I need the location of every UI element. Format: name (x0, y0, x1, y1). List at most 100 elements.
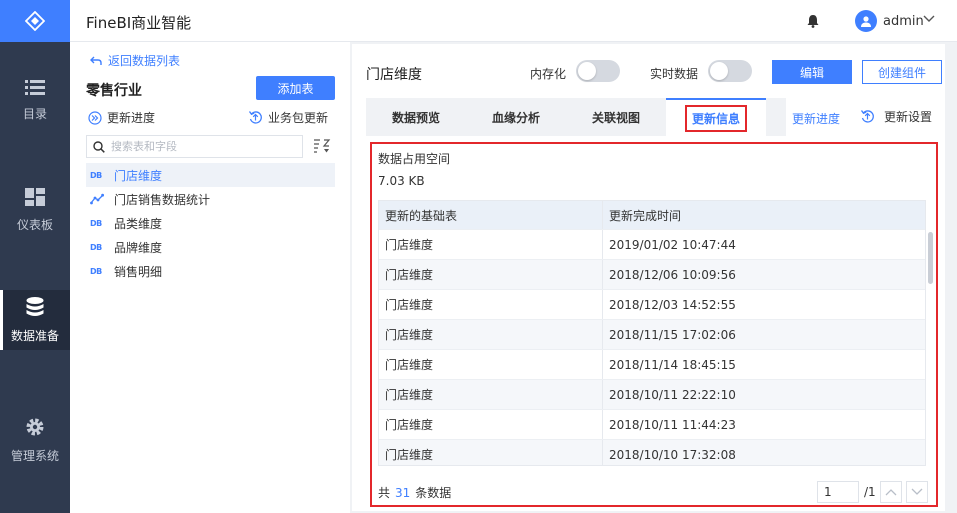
prev-page-button[interactable] (880, 481, 902, 503)
cell-base-table: 门店维度 (379, 410, 603, 439)
table-row: 门店维度 2018/12/03 14:52:55 (379, 289, 925, 319)
table-item-store-dimension[interactable]: DB 门店维度 (86, 163, 335, 187)
edit-button[interactable]: 编辑 (772, 60, 852, 84)
db-table-icon: DB (90, 218, 102, 228)
chevron-down-icon[interactable] (923, 15, 935, 23)
table-row: 门店维度 2018/10/10 17:32:08 (379, 439, 925, 465)
database-icon (26, 296, 44, 316)
tab-label: 关联视图 (591, 110, 640, 125)
tab-lineage[interactable]: 血缘分析 (466, 98, 566, 136)
table-item-store-sales-stats[interactable]: 门店销售数据统计 (86, 187, 335, 211)
cell-base-table: 门店维度 (379, 440, 603, 465)
nav-label-catalog: 目录 (22, 106, 47, 121)
update-progress-label: 更新进度 (107, 111, 156, 125)
db-table-icon: DB (90, 266, 102, 276)
storage-value: 7.03 KB (378, 174, 425, 188)
refresh-circle-icon (860, 110, 874, 123)
cell-base-table: 门店维度 (379, 260, 603, 289)
update-history-table: 更新的基础表 更新完成时间 门店维度 2019/01/02 10:47:44 门… (378, 200, 926, 466)
table-item-label: 品类维度 (114, 216, 163, 231)
record-count-suffix: 条数据 (415, 486, 452, 500)
avatar[interactable] (855, 10, 877, 32)
nav-label-data-prep: 数据准备 (10, 328, 59, 343)
list-icon (25, 79, 45, 95)
table-title: 门店维度 (366, 67, 422, 83)
search-input[interactable] (111, 140, 291, 153)
refresh-circle-icon (248, 111, 262, 124)
storage-label: 数据占用空间 (378, 152, 451, 166)
cell-finish-time: 2018/12/06 10:09:56 (609, 267, 736, 282)
record-count: 共 31 条数据 (378, 484, 451, 501)
cell-finish-time: 2018/10/11 22:22:10 (609, 387, 736, 402)
dashboard-icon (25, 187, 45, 206)
user-icon (861, 16, 871, 27)
tab-label: 数据预览 (391, 110, 440, 125)
cell-finish-time: 2018/10/11 11:44:23 (609, 417, 736, 432)
search-box (86, 135, 303, 158)
back-to-list-label: 返回数据列表 (108, 54, 181, 68)
page-number-input[interactable] (817, 481, 859, 503)
cell-finish-time: 2018/10/10 17:32:08 (609, 447, 736, 462)
tab-relation-view[interactable]: 关联视图 (566, 98, 666, 136)
cell-finish-time: 2018/12/03 14:52:55 (609, 297, 736, 312)
logo-icon (25, 11, 45, 31)
table-item-category-dimension[interactable]: DB 品类维度 (86, 211, 335, 235)
package-update-button[interactable]: 业务包更新 (248, 109, 328, 126)
package-update-label: 业务包更新 (268, 111, 329, 125)
add-table-button[interactable]: 添加表 (256, 76, 335, 100)
nav-item-data-prep[interactable]: 数据准备 (0, 290, 70, 350)
table-row: 门店维度 2018/12/06 10:09:56 (379, 259, 925, 289)
record-count-value: 31 (395, 486, 411, 500)
chevron-up-icon (885, 489, 897, 496)
create-component-button[interactable]: 创建组件 (862, 60, 942, 84)
record-count-prefix: 共 (378, 486, 391, 500)
nav-item-catalog[interactable]: 目录 (0, 70, 70, 130)
next-page-button[interactable] (906, 481, 928, 503)
tab-update-info[interactable]: 更新信息 (666, 98, 766, 136)
return-arrow-icon (90, 56, 102, 65)
column-header-base-table: 更新的基础表 (379, 201, 603, 229)
realtime-label: 实时数据 (650, 67, 699, 81)
update-settings-button[interactable]: 更新设置 (860, 108, 932, 125)
in-memory-toggle[interactable] (576, 60, 620, 82)
sort-icon[interactable] (313, 138, 331, 154)
table-detail-card: 门店维度 内存化 实时数据 编辑 创建组件 数据预览 血缘分析 关联视图 更新信… (352, 44, 945, 511)
table-scrollbar[interactable] (928, 232, 933, 284)
cell-base-table: 门店维度 (379, 350, 603, 379)
gear-icon (26, 418, 44, 435)
update-progress-button[interactable]: 更新进度 (88, 109, 155, 126)
package-panel: 返回数据列表 零售行业 添加表 更新进度 业务包更新 DB 门店维度 (70, 42, 350, 513)
bell-icon[interactable] (807, 14, 819, 28)
update-progress-link[interactable]: 更新进度 (792, 110, 840, 127)
nav-label-dashboard: 仪表板 (16, 217, 53, 232)
cell-base-table: 门店维度 (379, 380, 603, 409)
main-area: 门店维度 内存化 实时数据 编辑 创建组件 数据预览 血缘分析 关联视图 更新信… (350, 42, 957, 513)
cell-finish-time: 2018/11/15 17:02:06 (609, 327, 736, 342)
realtime-toggle[interactable] (708, 60, 752, 82)
tab-bar: 数据预览 血缘分析 关联视图 更新信息 (366, 98, 786, 136)
logo[interactable] (0, 0, 70, 42)
update-info-panel: 数据占用空间 7.03 KB 更新的基础表 更新完成时间 门店维度 2019/0… (370, 142, 938, 507)
table-row: 门店维度 2018/10/11 22:22:10 (379, 379, 925, 409)
table-row: 门店维度 2018/11/15 17:02:06 (379, 319, 925, 349)
user-name[interactable]: admin (883, 14, 924, 29)
cell-base-table: 门店维度 (379, 320, 603, 349)
chevron-down-icon (911, 488, 923, 495)
in-memory-label: 内存化 (530, 67, 567, 81)
table-item-sales-detail[interactable]: DB 销售明细 (86, 259, 335, 283)
table-item-brand-dimension[interactable]: DB 品牌维度 (86, 235, 335, 259)
left-nav: 目录 仪表板 数据准备 管理系统 (0, 0, 70, 513)
cell-finish-time: 2019/01/02 10:47:44 (609, 237, 736, 252)
nav-item-admin[interactable]: 管理系统 (0, 410, 70, 470)
table-list: DB 门店维度 门店销售数据统计 DB 品类维度 DB 品牌维度 DB 销售明细 (86, 163, 335, 283)
back-to-list-link[interactable]: 返回数据列表 (90, 52, 180, 69)
column-header-finish-time: 更新完成时间 (609, 208, 682, 223)
nav-item-dashboard[interactable]: 仪表板 (0, 180, 70, 240)
tab-data-preview[interactable]: 数据预览 (366, 98, 466, 136)
cell-base-table: 门店维度 (379, 230, 603, 259)
table-row: 门店维度 2018/11/14 18:45:15 (379, 349, 925, 379)
top-header: FineBI商业智能 admin (70, 0, 957, 42)
table-row: 门店维度 2018/10/11 11:44:23 (379, 409, 925, 439)
app-title: FineBI商业智能 (86, 14, 192, 32)
cell-base-table: 门店维度 (379, 290, 603, 319)
